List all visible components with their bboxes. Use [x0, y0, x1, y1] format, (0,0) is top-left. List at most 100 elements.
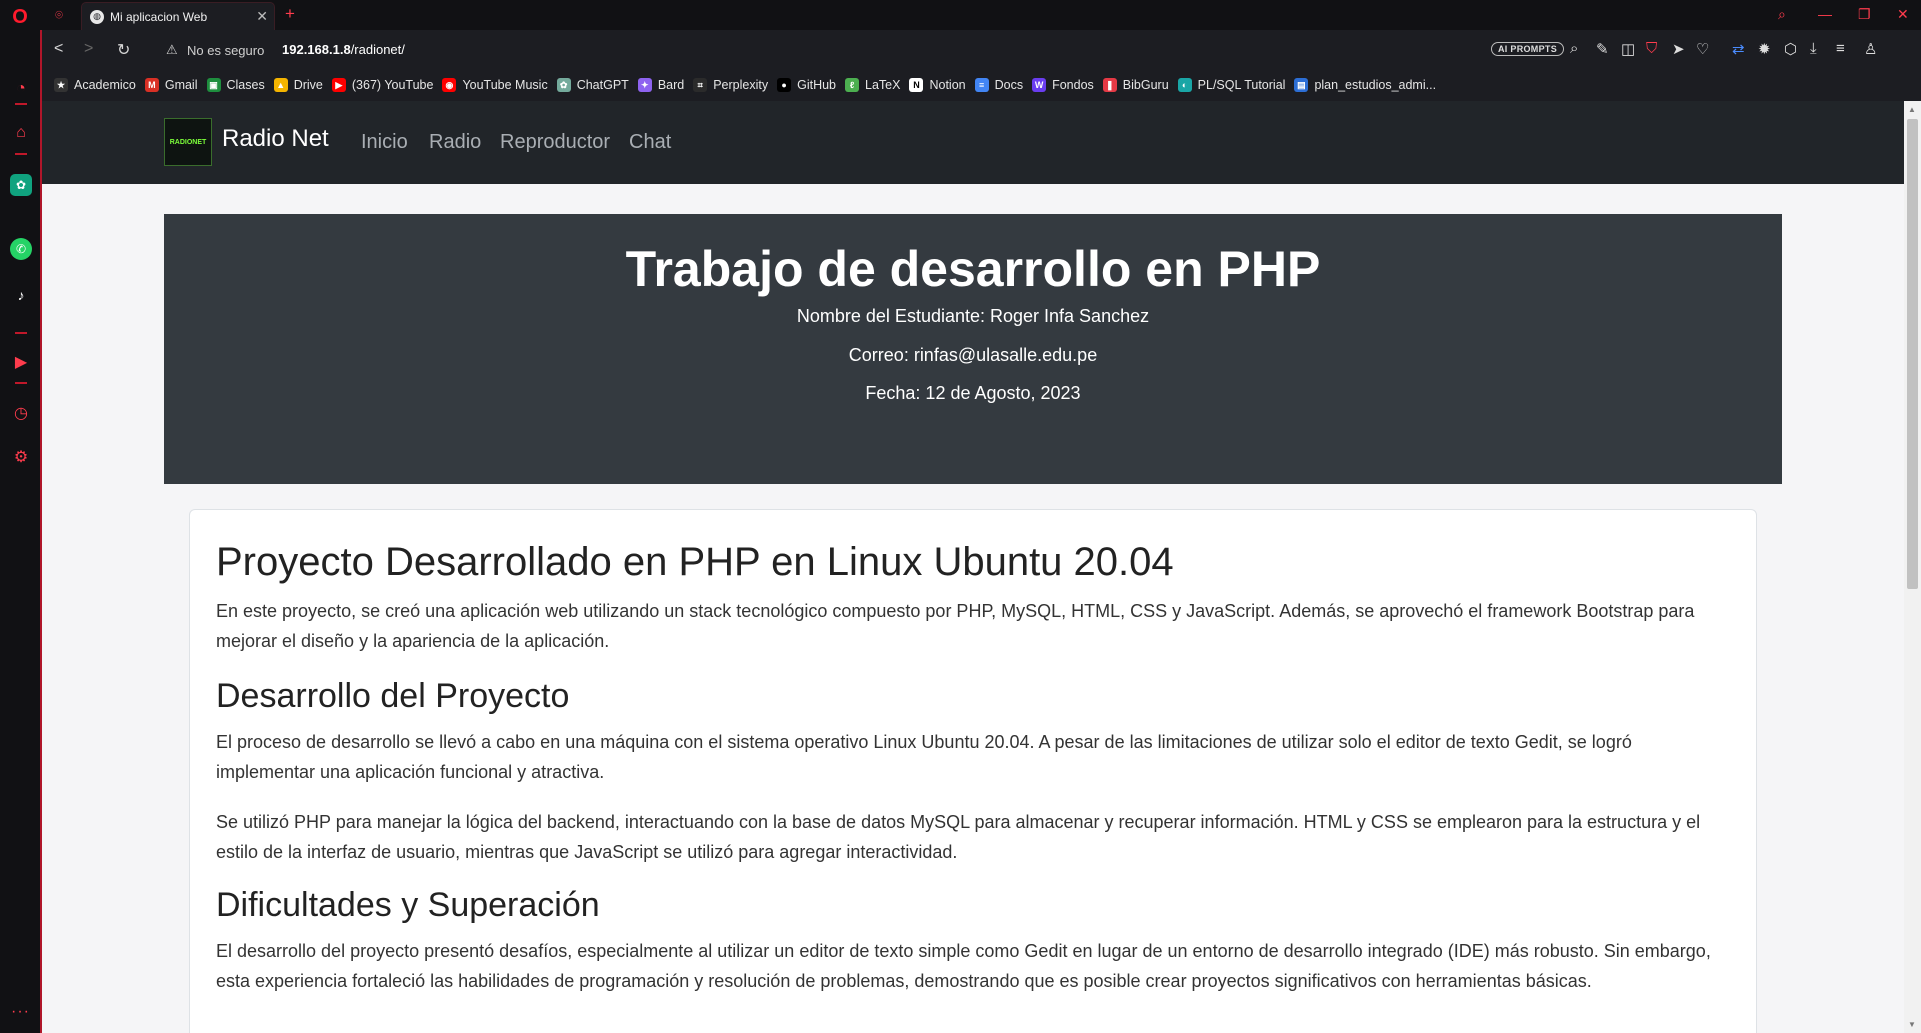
- restore-icon[interactable]: ❐: [1858, 6, 1871, 23]
- hero-banner: Trabajo de desarrollo en PHP Nombre del …: [164, 214, 1782, 484]
- notion-icon: N: [909, 78, 924, 92]
- sidebar-divider: [15, 153, 27, 155]
- menu-icon[interactable]: ≡: [1836, 40, 1845, 57]
- close-window-icon[interactable]: ✕: [1897, 6, 1909, 23]
- site-brand[interactable]: Radio Net: [222, 125, 329, 153]
- tab-title: Mi aplicacion Web: [110, 9, 208, 24]
- bookmark-bard[interactable]: ✦ Bard: [637, 78, 684, 92]
- bookmark-youtube-music[interactable]: ◉ YouTube Music: [442, 78, 548, 92]
- bookmark-label: YouTube Music: [462, 78, 548, 92]
- bookmark-label: Gmail: [164, 78, 198, 92]
- download-icon[interactable]: ⤓: [1810, 40, 1817, 57]
- back-icon[interactable]: <: [54, 40, 63, 58]
- bookmark-367-youtube[interactable]: ▶ (367) YouTube: [331, 78, 434, 92]
- tab-strip: O ⌾ ◍ Mi aplicacion Web ✕ + ⌕ — ❐ ✕: [0, 0, 1921, 30]
- bookmark-bibguru[interactable]: ❚ BibGuru: [1102, 78, 1169, 92]
- bookmark-clases[interactable]: ▣ Clases: [206, 78, 265, 92]
- bookmark-label: (367) YouTube: [351, 78, 434, 92]
- bookmark-github[interactable]: ● GitHub: [777, 78, 836, 92]
- heart-icon[interactable]: ♡: [1696, 40, 1709, 58]
- page-scrollbar[interactable]: ▲ ▼: [1904, 101, 1921, 1033]
- page-viewport: RADIONET Radio Net Inicio Radio Reproduc…: [42, 101, 1904, 1033]
- shopping-icon[interactable]: ⌂: [10, 122, 32, 144]
- bookmark-latex[interactable]: ℓ LaTeX: [845, 78, 900, 92]
- bookmark-gmail[interactable]: M Gmail: [144, 78, 198, 92]
- tiktok-icon[interactable]: ♪: [10, 284, 32, 306]
- scroll-down-icon[interactable]: ▼: [1908, 1020, 1916, 1029]
- classroom-icon: ▣: [206, 78, 221, 92]
- gamepad-icon[interactable]: ⌾: [50, 7, 68, 23]
- bookmark-label: Clases: [226, 78, 265, 92]
- bookmark-label: LaTeX: [865, 78, 901, 92]
- forward-icon[interactable]: >: [84, 40, 93, 58]
- minimize-icon[interactable]: —: [1818, 6, 1832, 22]
- profile-icon[interactable]: ♙: [1864, 40, 1877, 58]
- scroll-up-icon[interactable]: ▲: [1908, 105, 1916, 114]
- url-path: /radionet/: [350, 42, 405, 57]
- nav-link-radio[interactable]: Radio: [429, 131, 481, 154]
- opera-logo-icon[interactable]: O: [8, 5, 32, 29]
- search-tabs-icon[interactable]: ⌕: [1778, 6, 1786, 23]
- url-field[interactable]: 192.168.1.8/radionet/: [282, 42, 405, 57]
- bookmark-notion[interactable]: N Notion: [909, 78, 966, 92]
- scroll-thumb[interactable]: [1907, 119, 1918, 589]
- warning-icon[interactable]: ⚠: [166, 42, 178, 58]
- bookmark-drive[interactable]: ▲ Drive: [273, 78, 323, 92]
- latex-icon: ℓ: [845, 78, 860, 92]
- history-icon[interactable]: ◷: [10, 402, 32, 424]
- github-icon: ●: [777, 78, 792, 92]
- sidebar: ◔ ⌂ ✿ ✆ ♪ ▶ ◷ ⚙ ···: [0, 30, 42, 1033]
- bookmarks-bar: ★ Academico M Gmail ▣ Clases ▲ Drive ▶ (367) YouT…: [42, 69, 1921, 101]
- wallpaper-icon: W: [1032, 78, 1047, 92]
- sidebar-divider: [15, 332, 27, 334]
- bookmark-label: ChatGPT: [576, 78, 629, 92]
- bookmark-pl-sql-tutorial[interactable]: ◐ PL/SQL Tutorial: [1177, 78, 1285, 92]
- bookmark-label: plan_estudios_admi...: [1314, 78, 1437, 92]
- bookmark-label: GitHub: [797, 78, 837, 92]
- bookmark-label: BibGuru: [1122, 78, 1169, 92]
- camera-icon[interactable]: ◫: [1621, 40, 1635, 58]
- speed-dial-icon[interactable]: ◔: [10, 78, 32, 100]
- sidebar-divider: [15, 103, 27, 105]
- player-icon[interactable]: ▶: [10, 351, 32, 373]
- bookmark-docs[interactable]: ≡ Docs: [974, 78, 1023, 92]
- reload-icon[interactable]: ↻: [117, 40, 130, 60]
- bookmark-fondos[interactable]: W Fondos: [1032, 78, 1094, 92]
- nav-link-reproductor[interactable]: Reproductor: [500, 131, 610, 154]
- bibguru-icon: ❚: [1102, 78, 1117, 92]
- site-navbar: RADIONET Radio Net Inicio Radio Reproduc…: [42, 101, 1904, 184]
- url-host: 192.168.1.8: [282, 42, 351, 57]
- radio-net-logo[interactable]: RADIONET: [164, 118, 212, 166]
- youtube-music-icon: ◉: [442, 78, 457, 92]
- new-tab-icon[interactable]: +: [285, 4, 295, 24]
- youtube-icon: ▶: [331, 78, 346, 92]
- plsql-icon: ◐: [1177, 78, 1192, 92]
- report-date: Fecha: 12 de Agosto, 2023: [865, 383, 1081, 403]
- star-icon: ★: [54, 78, 68, 92]
- more-icon[interactable]: ···: [11, 1003, 30, 1021]
- student-name: Nombre del Estudiante: Roger Infa Sanche…: [796, 306, 1150, 326]
- security-label[interactable]: No es seguro: [187, 43, 264, 58]
- settings-icon[interactable]: ⚙: [10, 446, 32, 468]
- translate-icon[interactable]: ⇄: [1732, 40, 1745, 58]
- tab-active[interactable]: ◍ Mi aplicacion Web ✕: [81, 2, 275, 30]
- bookmark-plan-estudios-admi[interactable]: ▤ plan_estudios_admi...: [1294, 78, 1436, 92]
- nav-link-chat[interactable]: Chat: [629, 131, 671, 154]
- hero-title: Trabajo de desarrollo en PHP: [625, 241, 1321, 297]
- bookmark-perplexity[interactable]: ⌗ Perplexity: [693, 78, 768, 92]
- shield-icon[interactable]: ⛉: [1646, 40, 1657, 57]
- bookmark-label: Notion: [929, 78, 966, 92]
- send-icon[interactable]: ➤: [1672, 40, 1685, 58]
- close-icon[interactable]: ✕: [256, 8, 268, 25]
- chatgpt-icon[interactable]: ✿: [10, 174, 32, 196]
- cube-icon[interactable]: ⬡: [1784, 40, 1797, 58]
- bookmark-academico[interactable]: ★ Academico: [54, 78, 136, 92]
- zoom-icon[interactable]: ⌕: [1570, 40, 1578, 57]
- bookmark-chatgpt[interactable]: ✿ ChatGPT: [556, 78, 629, 92]
- docs-icon: ≡: [974, 78, 989, 92]
- ai-prompts-button[interactable]: AI PROMPTS: [1491, 42, 1565, 56]
- extension-icon[interactable]: ✹: [1758, 40, 1771, 58]
- whatsapp-icon[interactable]: ✆: [10, 238, 32, 260]
- edit-icon[interactable]: ✎: [1596, 40, 1609, 58]
- nav-link-inicio[interactable]: Inicio: [361, 131, 408, 154]
